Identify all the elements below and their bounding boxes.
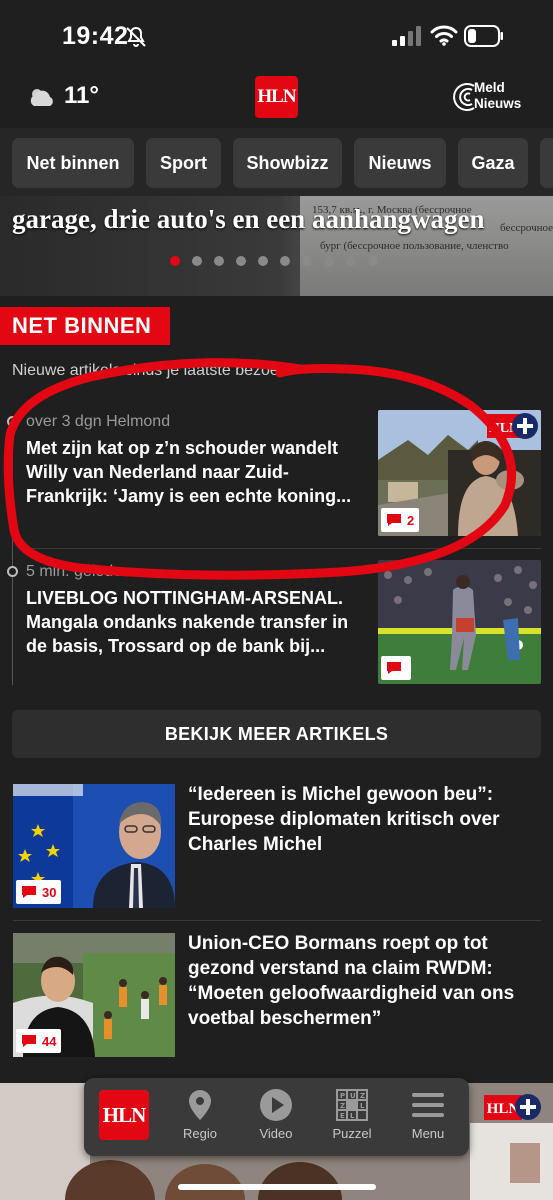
- wifi-icon: [430, 25, 458, 46]
- nav-home[interactable]: HLN: [92, 1090, 156, 1154]
- hero-title[interactable]: garage, drie auto's en een aanhangwagen: [12, 204, 485, 235]
- article-time: over 3 dgn: [26, 413, 102, 430]
- nav-puzzel[interactable]: PUZ ZL EL Puzzel: [320, 1088, 384, 1152]
- meld-nieuws-label[interactable]: Meld Nieuws: [474, 80, 521, 112]
- tab-net-binnen[interactable]: Net binnen: [12, 138, 134, 188]
- comment-count: 30: [42, 884, 57, 900]
- svg-text:Z: Z: [340, 1102, 345, 1110]
- bell-muted-icon: [126, 26, 146, 47]
- nav-video[interactable]: Video: [244, 1088, 308, 1152]
- comment-count-badge: [381, 656, 411, 680]
- article-location: Helmond: [106, 413, 171, 430]
- article-thumbnail[interactable]: HLN 2: [378, 410, 541, 536]
- carousel-dot[interactable]: [280, 256, 290, 266]
- carousel-dot[interactable]: [258, 256, 268, 266]
- nav-label: Regio: [183, 1126, 217, 1141]
- timeline-dot: [7, 566, 18, 577]
- nav-regio[interactable]: Regio: [168, 1088, 232, 1152]
- svg-text:P: P: [340, 1092, 345, 1100]
- carousel-dot[interactable]: [302, 256, 312, 266]
- comment-icon: [387, 514, 401, 526]
- comment-icon: [387, 662, 401, 674]
- more-articles-button[interactable]: BEKIJK MEER ARTIKELS: [12, 710, 541, 758]
- status-bar: 19:42: [0, 0, 553, 76]
- article-title[interactable]: LIVEBLOG NOTTINGHAM-ARSENAL. Mangala ond…: [26, 586, 368, 658]
- list-article-title[interactable]: “Iedereen is Michel gewoon beu”: Europes…: [188, 782, 538, 857]
- list-article-title[interactable]: Union-CEO Bormans roept op tot gezond ve…: [188, 931, 538, 1031]
- article-thumbnail[interactable]: [378, 560, 541, 684]
- carousel-dot-active[interactable]: [170, 256, 180, 266]
- cloud-sun-icon[interactable]: [26, 84, 58, 110]
- nav-label: Video: [259, 1126, 293, 1141]
- article-title[interactable]: Met zijn kat op z’n schouder wandelt Wil…: [26, 436, 368, 508]
- comment-count-badge: 44: [16, 1029, 62, 1053]
- location-pin-icon: [189, 1090, 211, 1120]
- carousel-dot[interactable]: [368, 256, 378, 266]
- net-binnen-heading: NET BINNEN: [0, 307, 170, 345]
- comment-count-badge: 2: [381, 508, 420, 532]
- new-since-text: Nieuwe artikels sinds je laatste bezoek: [12, 362, 287, 379]
- svg-text:U: U: [350, 1092, 356, 1100]
- hero-doc-text: бессрочное: [500, 222, 553, 234]
- article-meta: over 3 dgn Helmond: [26, 413, 170, 431]
- comment-count: 44: [42, 1033, 57, 1049]
- tab-next-partial[interactable]: [540, 138, 553, 188]
- signal-icon: [392, 26, 421, 46]
- comment-count: 2: [407, 512, 415, 528]
- article-time: 5 min. geleden: [26, 563, 131, 580]
- meld-label-line1: Meld: [474, 80, 505, 95]
- nav-label: Menu: [411, 1126, 445, 1141]
- svg-text:HLN: HLN: [487, 1101, 520, 1117]
- list-article-thumbnail[interactable]: 44: [13, 933, 175, 1057]
- carousel-dot[interactable]: [192, 256, 202, 266]
- hamburger-menu-icon: [412, 1093, 444, 1117]
- hln-logo: HLN: [99, 1090, 149, 1140]
- timeline-line: [12, 420, 13, 685]
- article-separator: [26, 548, 541, 549]
- article-separator: [13, 920, 541, 921]
- svg-text:L: L: [360, 1102, 365, 1110]
- tab-gaza[interactable]: Gaza: [458, 138, 528, 188]
- hero-carousel[interactable]: 153,7 кв.м., г. Москва (бессрочное бесср…: [0, 196, 553, 296]
- puzzle-grid-icon: PUZ ZL EL: [336, 1089, 368, 1121]
- app-header: 11° HLN Meld Nieuws: [0, 76, 553, 128]
- tab-sport[interactable]: Sport: [146, 138, 221, 188]
- meld-label-line2: Nieuws: [474, 96, 522, 111]
- svg-text:L: L: [350, 1112, 355, 1120]
- home-indicator[interactable]: [178, 1184, 376, 1190]
- comment-icon: [22, 886, 36, 898]
- tab-nieuws[interactable]: Nieuws: [354, 138, 446, 188]
- svg-text:E: E: [340, 1112, 345, 1120]
- carousel-dots[interactable]: [170, 256, 378, 268]
- weather-temperature[interactable]: 11°: [64, 82, 99, 110]
- carousel-dot[interactable]: [346, 256, 356, 266]
- timeline-dot: [7, 416, 18, 427]
- category-tabs: Net binnen Sport Showbizz Nieuws Gaza: [0, 128, 553, 196]
- comment-count-badge: 30: [16, 880, 62, 904]
- svg-text:Z: Z: [360, 1092, 365, 1100]
- comment-icon: [22, 1035, 36, 1047]
- play-icon: [260, 1089, 292, 1121]
- hero-doc-text: бург (бессрочное пользование, членство: [320, 240, 509, 252]
- carousel-dot[interactable]: [214, 256, 224, 266]
- carousel-dot[interactable]: [324, 256, 334, 266]
- article-meta: 5 min. geleden: [26, 563, 131, 581]
- status-time: 19:42: [62, 22, 129, 50]
- hln-plus-icon: HLN: [484, 1094, 541, 1120]
- tab-showbizz[interactable]: Showbizz: [233, 138, 342, 188]
- nav-menu[interactable]: Menu: [396, 1088, 460, 1152]
- hln-logo[interactable]: HLN: [255, 76, 298, 118]
- list-article-thumbnail[interactable]: 30: [13, 784, 175, 908]
- hln-plus-icon: HLN: [487, 413, 538, 439]
- nav-label: Puzzel: [332, 1126, 372, 1141]
- battery-icon: [464, 25, 503, 47]
- bottom-navigation: HLN Regio Video PUZ ZL EL Puzzel Menu: [84, 1078, 469, 1156]
- carousel-dot[interactable]: [236, 256, 246, 266]
